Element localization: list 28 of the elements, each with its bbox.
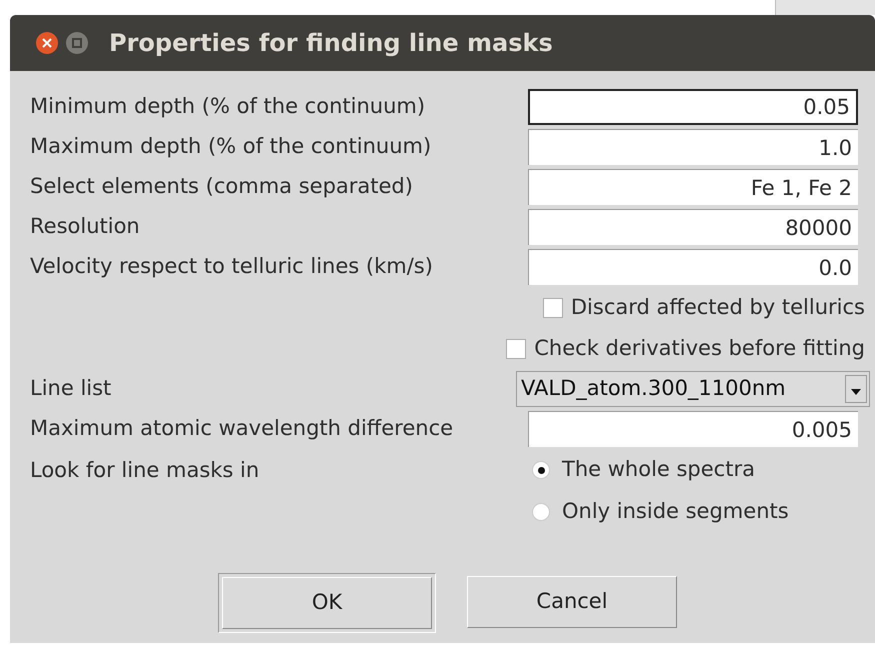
- window-title: Properties for finding line masks: [109, 28, 553, 59]
- radio-button[interactable]: [532, 461, 550, 479]
- checkbox-option[interactable]: Discard affected by tellurics: [542, 292, 865, 324]
- radio-option[interactable]: The whole spectra: [532, 449, 870, 491]
- checkbox[interactable]: [542, 298, 563, 318]
- field-label: Velocity respect to telluric lines (km/s): [30, 253, 433, 280]
- cancel-button[interactable]: Cancel: [467, 576, 677, 628]
- input-field[interactable]: 0.005: [528, 411, 858, 447]
- close-icon[interactable]: [35, 31, 59, 55]
- line-list-dropdown[interactable]: VALD_atom.300_1100nm: [516, 371, 870, 407]
- field-label: Resolution: [30, 213, 140, 240]
- input-field[interactable]: 0.0: [528, 249, 858, 285]
- maximize-icon[interactable]: [65, 31, 89, 55]
- input-field[interactable]: Fe 1, Fe 2: [528, 169, 858, 205]
- field-label: Minimum depth (% of the continuum): [30, 93, 426, 120]
- checkbox[interactable]: [506, 338, 526, 358]
- radio-option[interactable]: Only inside segments: [532, 491, 870, 533]
- input-field[interactable]: 1.0: [528, 129, 858, 165]
- ok-button[interactable]: OK: [222, 577, 432, 629]
- field-label: Select elements (comma separated): [30, 173, 413, 200]
- radio-button[interactable]: [532, 503, 550, 521]
- field-label: Look for line masks in: [30, 457, 260, 484]
- field-label: Maximum depth (% of the continuum): [30, 133, 432, 160]
- input-field[interactable]: 0.05: [528, 89, 858, 125]
- checkbox-option[interactable]: Check derivatives before fitting: [506, 332, 865, 364]
- field-label: Line list: [30, 375, 112, 402]
- field-label: Maximum atomic wavelength difference: [30, 415, 454, 442]
- input-field[interactable]: 80000: [528, 209, 858, 245]
